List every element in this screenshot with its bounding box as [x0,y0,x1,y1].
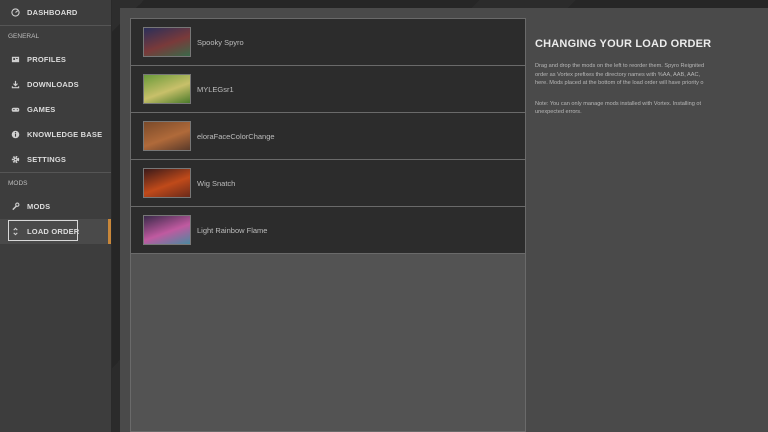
section-header-general: GENERAL [0,25,111,47]
mod-row[interactable]: Spooky Spyro [131,19,525,66]
sidebar-item-label: MODS [27,202,51,211]
mod-row[interactable]: eloraFaceColorChange [131,113,525,160]
mod-name: Wig Snatch [197,178,236,188]
focus-outline [8,220,78,241]
dashboard-icon [10,8,20,18]
load-order-list: Spooky Spyro MYLEGsr1 eloraFaceColorChange… [130,18,526,432]
sidebar-item-label: DASHBOARD [27,8,78,17]
wrench-icon [10,202,20,212]
info-panel: CHANGING YOUR LOAD ORDER Drag and drop t… [535,38,768,117]
mod-row[interactable]: Wig Snatch [131,160,525,207]
mod-thumbnail [143,168,191,198]
sidebar-item-games[interactable]: GAMES [0,97,111,122]
sidebar-item-label: KNOWLEDGE BASE [27,130,103,139]
info-note: Note: You can only manage mods installed… [535,100,768,117]
info-line: Note: You can only manage mods installed… [535,100,702,107]
sidebar-item-mods[interactable]: MODS [0,194,111,219]
mod-thumbnail [143,121,191,151]
gamepad-icon [10,105,20,115]
sidebar-item-label: PROFILES [27,55,67,64]
mod-name: MYLEGsr1 [197,84,234,94]
section-header-mods: MODS [0,172,111,194]
sidebar-item-profiles[interactable]: PROFILES [0,47,111,72]
mod-thumbnail [143,74,191,104]
mod-name: eloraFaceColorChange [197,131,275,141]
info-title: CHANGING YOUR LOAD ORDER [535,38,712,50]
info-line: here. Mods placed at the bottom of the l… [535,80,704,86]
mod-thumbnail [143,27,191,57]
info-line: Drag and drop the mods on the left to re… [535,63,705,69]
info-paragraph: Drag and drop the mods on the left to re… [535,62,768,88]
sidebar-item-dashboard[interactable]: DASHBOARD [0,0,111,25]
mod-row[interactable]: Light Rainbow Flame [131,207,525,254]
main-panel: Spooky Spyro MYLEGsr1 eloraFaceColorChange… [120,8,768,432]
profiles-icon [10,55,20,65]
sidebar-item-label: DOWNLOADS [27,80,79,89]
download-icon [10,80,20,90]
mod-name: Light Rainbow Flame [197,225,268,235]
info-line: unexpected errors. [535,109,582,115]
mod-row[interactable]: MYLEGsr1 [131,66,525,113]
sidebar-item-load-order[interactable]: LOAD ORDER [0,219,111,244]
mod-name: Spooky Spyro [197,37,244,47]
sidebar-item-label: SETTINGS [27,155,67,164]
info-icon [10,130,20,140]
mod-thumbnail [143,215,191,245]
sidebar: DASHBOARD GENERAL PROFILES DOWNLOADS GAM… [0,0,112,432]
sidebar-item-downloads[interactable]: DOWNLOADS [0,72,111,97]
info-line: order as Vortex prefixes the directory n… [535,71,701,78]
sidebar-item-settings[interactable]: SETTINGS [0,147,111,172]
sidebar-item-label: GAMES [27,105,56,114]
gear-icon [10,155,20,165]
sidebar-item-knowledge-base[interactable]: KNOWLEDGE BASE [0,122,111,147]
